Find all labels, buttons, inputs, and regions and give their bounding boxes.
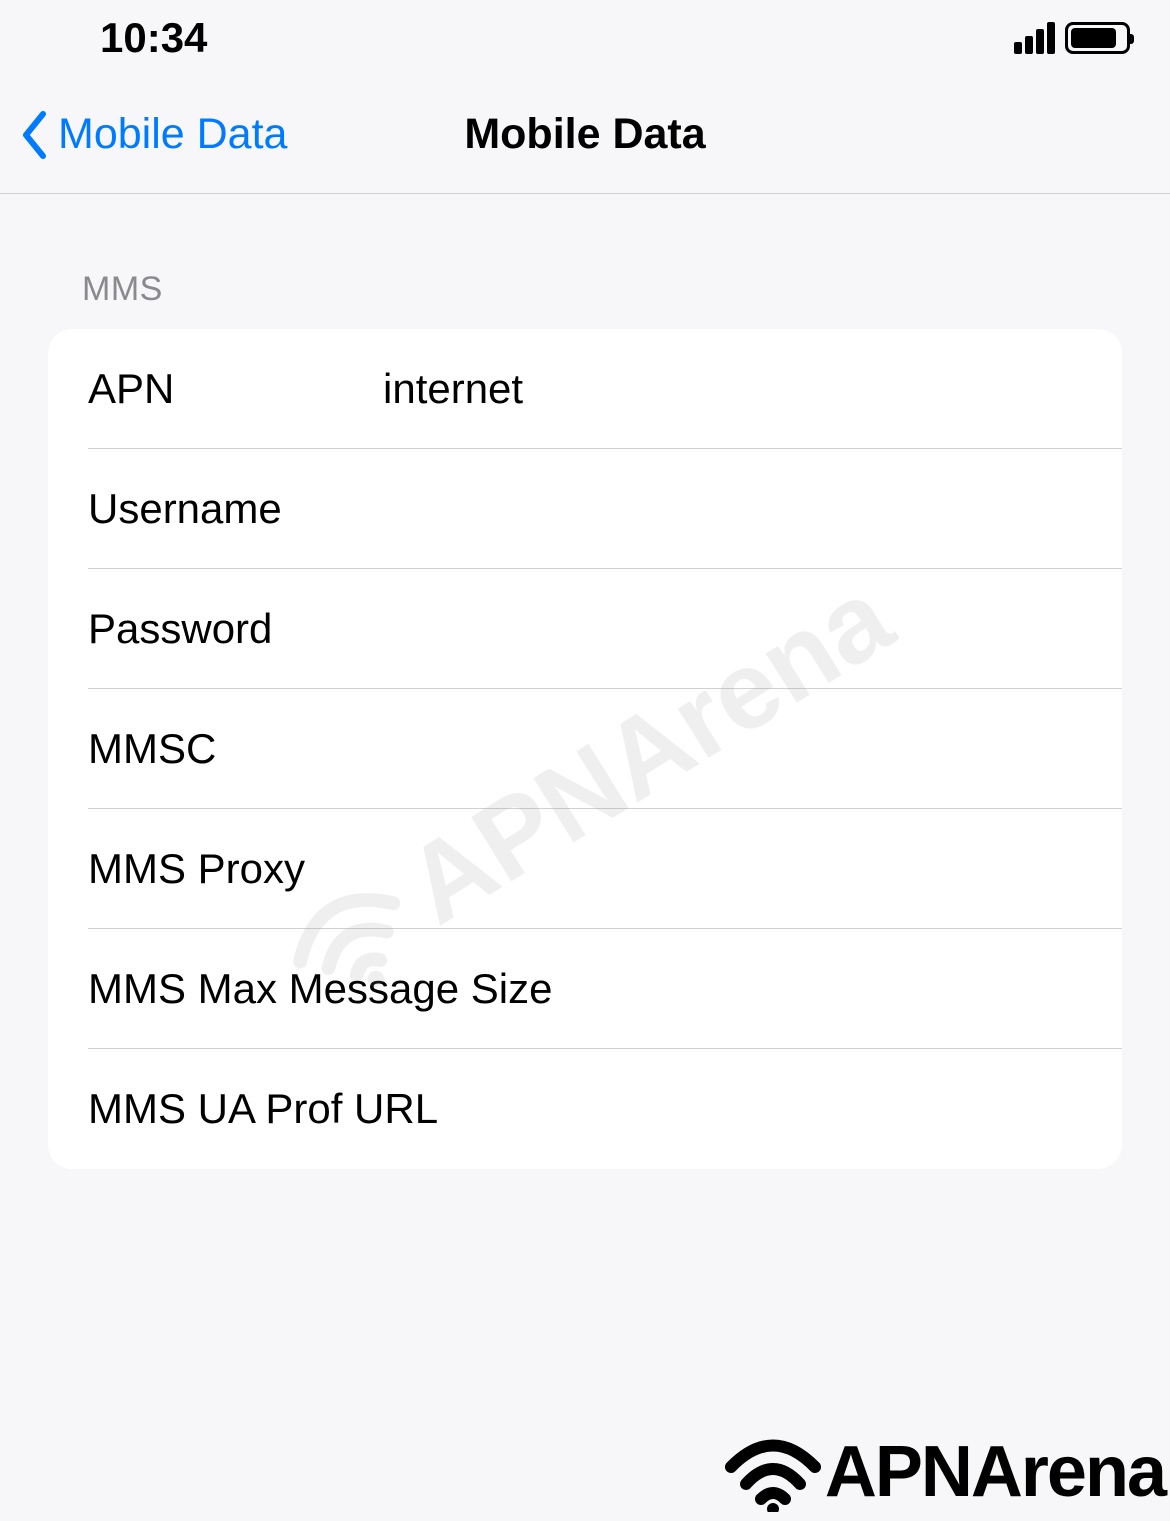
mms-settings-group: APN Username Password MMSC MMS Proxy MMS… bbox=[48, 329, 1122, 1169]
status-time: 10:34 bbox=[100, 14, 207, 62]
mmsc-label: MMSC bbox=[88, 725, 328, 773]
mms-max-size-field[interactable] bbox=[552, 965, 1122, 1013]
battery-icon bbox=[1065, 22, 1130, 54]
section-header-mms: MMS bbox=[48, 270, 1122, 309]
mms-ua-prof-url-field[interactable] bbox=[438, 1085, 1122, 1133]
mmsc-field[interactable] bbox=[328, 725, 1122, 773]
password-row[interactable]: Password bbox=[48, 569, 1122, 689]
brand-footer: APNArena bbox=[723, 1431, 1165, 1513]
apn-label: APN bbox=[88, 365, 383, 413]
chevron-left-icon bbox=[20, 110, 48, 160]
username-field[interactable] bbox=[328, 485, 1122, 533]
username-label: Username bbox=[88, 485, 328, 533]
status-indicators bbox=[1014, 22, 1130, 54]
password-label: Password bbox=[88, 605, 328, 653]
navigation-bar: Mobile Data Mobile Data bbox=[0, 76, 1170, 194]
mms-proxy-label: MMS Proxy bbox=[88, 845, 305, 893]
mms-proxy-field[interactable] bbox=[305, 845, 1122, 893]
password-field[interactable] bbox=[328, 605, 1122, 653]
mms-max-size-row[interactable]: MMS Max Message Size bbox=[48, 929, 1122, 1049]
mms-max-size-label: MMS Max Message Size bbox=[88, 965, 552, 1013]
wifi-icon bbox=[723, 1432, 823, 1512]
status-bar: 10:34 bbox=[0, 0, 1170, 76]
back-label: Mobile Data bbox=[58, 110, 287, 159]
back-button[interactable]: Mobile Data bbox=[20, 110, 287, 160]
cell-signal-icon bbox=[1014, 22, 1055, 54]
page-title: Mobile Data bbox=[464, 110, 705, 159]
apn-field[interactable] bbox=[383, 365, 1122, 413]
username-row[interactable]: Username bbox=[48, 449, 1122, 569]
apn-row[interactable]: APN bbox=[48, 329, 1122, 449]
mms-ua-prof-url-row[interactable]: MMS UA Prof URL bbox=[48, 1049, 1122, 1169]
mms-ua-prof-url-label: MMS UA Prof URL bbox=[88, 1085, 438, 1133]
content-area: MMS APN Username Password MMSC MMS Proxy bbox=[0, 194, 1170, 1169]
brand-text: APNArena bbox=[825, 1431, 1165, 1513]
mmsc-row[interactable]: MMSC bbox=[48, 689, 1122, 809]
mms-proxy-row[interactable]: MMS Proxy bbox=[48, 809, 1122, 929]
